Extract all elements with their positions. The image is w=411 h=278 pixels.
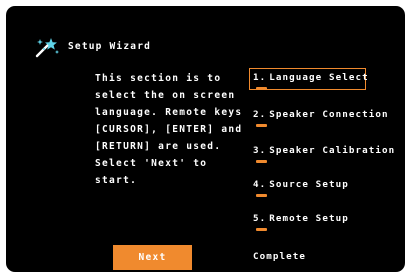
step-label: Language Select: [269, 72, 369, 83]
step-source-setup[interactable]: 4. Source Setup: [249, 175, 353, 197]
step-number: 3.: [253, 145, 267, 156]
step-underline: [256, 228, 267, 231]
step-label: Source Setup: [269, 179, 349, 190]
next-button[interactable]: Next: [113, 245, 192, 270]
setup-wizard-screen: Setup Wizard This section is to select t…: [6, 6, 405, 272]
step-speaker-calibration[interactable]: 3. Speaker Calibration: [249, 141, 399, 163]
step-number: 2.: [253, 109, 267, 120]
wizard-title: Setup Wizard: [68, 41, 152, 52]
step-underline: [256, 87, 267, 90]
step-remote-setup[interactable]: 5. Remote Setup: [249, 209, 353, 231]
magic-wand-icon: [35, 38, 59, 58]
step-speaker-connection[interactable]: 2. Speaker Connection: [249, 105, 393, 127]
step-underline: [256, 194, 267, 197]
step-complete: Complete: [253, 251, 307, 262]
wizard-header: Setup Wizard: [34, 36, 151, 58]
wizard-description: This section is to select the on screen …: [95, 73, 243, 186]
step-label: Speaker Calibration: [269, 145, 396, 156]
step-number: 5.: [253, 213, 267, 224]
step-underline: [256, 124, 267, 127]
step-label: Speaker Connection: [269, 109, 389, 120]
step-language-select[interactable]: 1. Language Select: [249, 68, 369, 90]
step-underline: [256, 160, 267, 163]
step-number: 1.: [253, 72, 267, 83]
step-label: Remote Setup: [269, 213, 349, 224]
step-number: 4.: [253, 179, 267, 190]
